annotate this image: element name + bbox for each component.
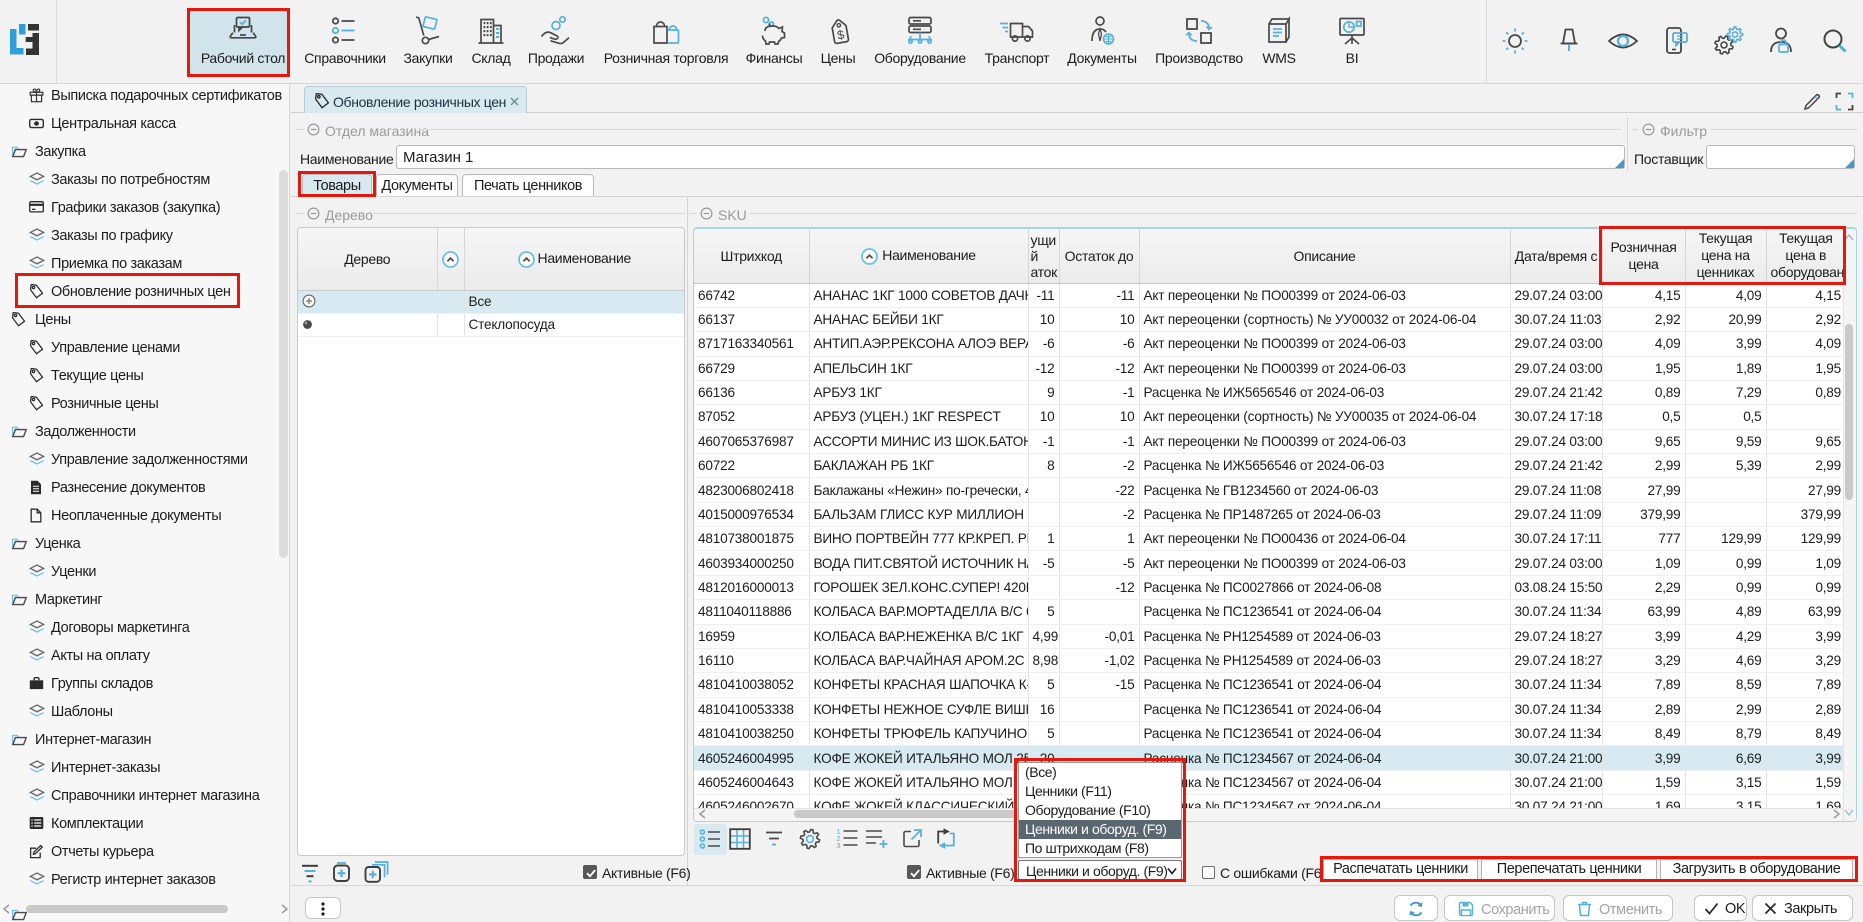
svg-text:$: $ — [836, 28, 845, 43]
svg-text:3: 3 — [837, 841, 841, 849]
